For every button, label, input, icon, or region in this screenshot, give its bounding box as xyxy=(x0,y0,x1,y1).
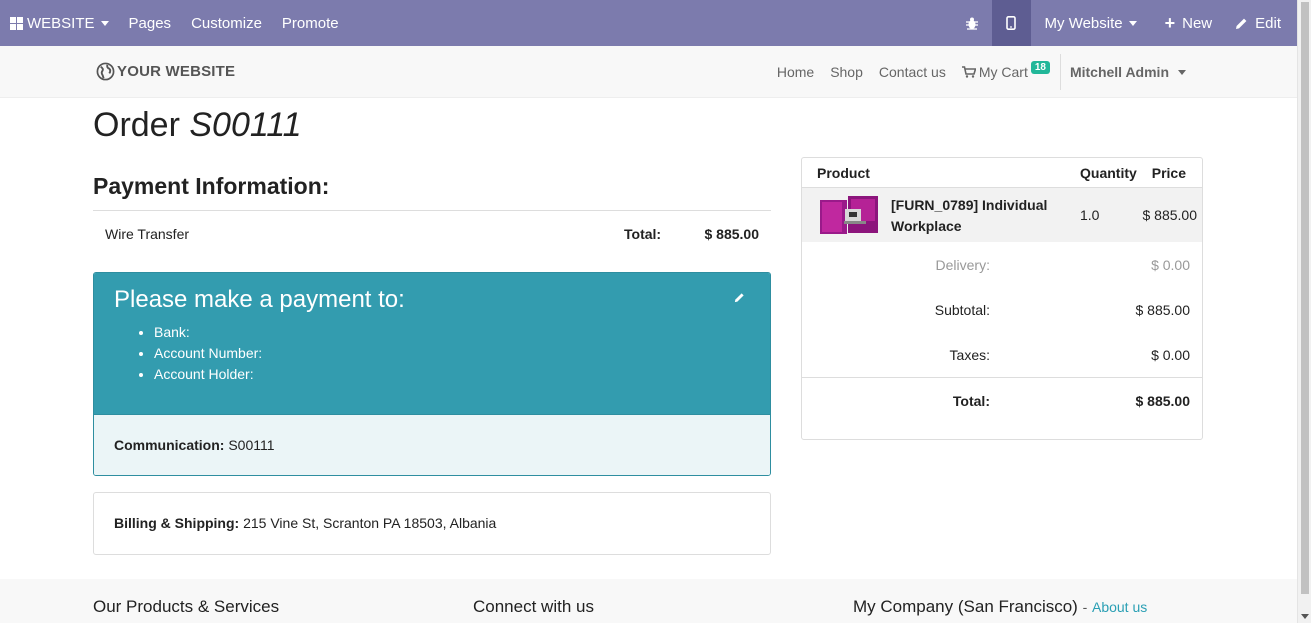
delivery-label: Delivery: xyxy=(935,257,990,273)
product-name[interactable]: [FURN_0789] Individual Workplace xyxy=(891,195,1066,237)
billing-shipping-card: Billing & Shipping: 215 Vine St, Scranto… xyxy=(93,492,771,555)
payment-total-label: Total: xyxy=(624,226,662,242)
site-footer: Our Products & Services Connect with us … xyxy=(0,579,1297,623)
nav-contact[interactable]: Contact us xyxy=(871,64,954,80)
payment-method: Wire Transfer xyxy=(105,226,190,242)
taxes-value: $ 0.00 xyxy=(1151,347,1190,363)
payment-heading: Payment Information: xyxy=(93,173,330,199)
billing-label: Billing & Shipping: xyxy=(114,515,240,531)
page: WEBSITE Pages Customize Promote My Websi… xyxy=(0,0,1311,623)
website-menu-label: WEBSITE xyxy=(27,14,95,32)
mobile-icon xyxy=(1006,16,1016,30)
logo-text: YOUR WEBSITE xyxy=(117,63,236,80)
pencil-icon xyxy=(1236,18,1247,29)
chevron-down-icon xyxy=(1128,20,1137,26)
delivery-row: Delivery: $ 0.00 xyxy=(802,242,1202,287)
new-button-label: New xyxy=(1182,14,1213,32)
column-quantity: Quantity xyxy=(1080,165,1137,181)
billing-address: 215 Vine St, Scranton PA 18503, Albania xyxy=(243,515,497,531)
product-price: $ 885.00 xyxy=(1142,207,1198,223)
communication-value: S00111 xyxy=(228,437,275,453)
total-value: $ 885.00 xyxy=(1135,393,1191,409)
about-us-link[interactable]: About us xyxy=(1092,599,1147,615)
payment-box-title: Please make a payment to: xyxy=(114,286,405,313)
nav-home[interactable]: Home xyxy=(769,64,822,80)
customize-menu[interactable]: Customize xyxy=(181,0,272,46)
cart-count-badge: 18 xyxy=(1030,60,1050,74)
scroll-down-arrow-icon[interactable] xyxy=(1301,614,1309,619)
mobile-preview-button[interactable] xyxy=(991,0,1031,46)
order-title-prefix: Order xyxy=(93,106,180,144)
total-row: Total: $ 885.00 xyxy=(802,377,1202,423)
footer-separator: - xyxy=(1082,599,1088,615)
subtotal-row: Subtotal: $ 885.00 xyxy=(802,287,1202,332)
list-item: Account Number: xyxy=(154,343,750,364)
taxes-row: Taxes: $ 0.00 xyxy=(802,332,1202,377)
total-label: Total: xyxy=(952,393,990,409)
site-logo[interactable]: YOUR WEBSITE xyxy=(96,62,235,81)
table-row: [FURN_0789] Individual Workplace 1.0 $ 8… xyxy=(802,188,1202,242)
cart-label: My Cart xyxy=(978,64,1028,80)
nav-cart[interactable]: My Cart 18 xyxy=(954,60,1058,80)
column-product: Product xyxy=(817,165,870,181)
payment-row: Wire Transfer Total: $ 885.00 xyxy=(93,210,771,256)
user-menu[interactable]: Mitchell Admin xyxy=(1061,64,1194,80)
site-selector-label: My Website xyxy=(1044,14,1123,32)
payment-instructions: Please make a payment to: Bank: Account … xyxy=(93,272,771,476)
payment-total-value: $ 885.00 xyxy=(704,226,760,242)
list-item: Account Holder: xyxy=(154,364,750,385)
product-quantity: 1.0 xyxy=(1080,207,1100,223)
order-number: S00111 xyxy=(189,106,302,144)
website-menu[interactable]: WEBSITE xyxy=(0,0,119,46)
vertical-scrollbar[interactable] xyxy=(1297,0,1311,623)
globe-icon xyxy=(96,62,115,81)
page-title: Order S00111 xyxy=(93,106,302,145)
edit-button-label: Edit xyxy=(1255,14,1281,32)
summary-header: Product Quantity Price xyxy=(802,158,1202,188)
topbar-right: My Website + New Edit xyxy=(952,0,1297,46)
payment-details-list: Bank: Account Number: Account Holder: xyxy=(154,322,750,385)
order-summary: Product Quantity Price [FURN_0789] Indiv… xyxy=(801,157,1203,440)
delivery-value: $ 0.00 xyxy=(1151,257,1190,273)
taxes-label: Taxes: xyxy=(949,347,990,363)
list-item: Bank: xyxy=(154,322,750,343)
edit-payment-button[interactable] xyxy=(734,290,745,308)
company-name: My Company (San Francisco) xyxy=(853,597,1078,616)
footer-connect-heading: Connect with us xyxy=(473,597,594,616)
cart-icon xyxy=(961,66,976,78)
communication-label: Communication: xyxy=(114,437,225,453)
editor-topbar: WEBSITE Pages Customize Promote My Websi… xyxy=(0,0,1297,46)
subtotal-label: Subtotal: xyxy=(934,302,990,318)
pages-menu[interactable]: Pages xyxy=(119,0,182,46)
subtotal-value: $ 885.00 xyxy=(1135,302,1191,318)
pencil-icon xyxy=(734,293,744,303)
promote-menu[interactable]: Promote xyxy=(272,0,349,46)
scrollbar-thumb[interactable] xyxy=(1301,2,1309,594)
nav-shop[interactable]: Shop xyxy=(822,64,871,80)
edit-button[interactable]: Edit xyxy=(1226,0,1297,46)
chevron-down-icon xyxy=(1178,69,1186,75)
footer-products-heading: Our Products & Services xyxy=(93,597,280,616)
product-image[interactable] xyxy=(818,193,880,237)
apps-grid-icon xyxy=(10,16,23,30)
column-price: Price xyxy=(1151,165,1186,181)
site-selector[interactable]: My Website xyxy=(1031,0,1149,46)
payment-instructions-header: Please make a payment to: Bank: Account … xyxy=(94,273,770,414)
chevron-down-icon xyxy=(100,20,109,26)
site-header: YOUR WEBSITE Home Shop Contact us My Car… xyxy=(0,46,1297,98)
footer-company-heading: My Company (San Francisco) - About us xyxy=(853,597,1147,617)
user-name: Mitchell Admin xyxy=(1069,64,1169,80)
communication-row: Communication: S00111 xyxy=(94,414,770,475)
new-button[interactable]: + New xyxy=(1149,0,1227,46)
bug-icon xyxy=(965,17,978,30)
debug-button[interactable] xyxy=(952,0,992,46)
plus-icon: + xyxy=(1164,13,1176,33)
main-nav: Home Shop Contact us My Cart 18 Mitchell… xyxy=(769,46,1194,98)
